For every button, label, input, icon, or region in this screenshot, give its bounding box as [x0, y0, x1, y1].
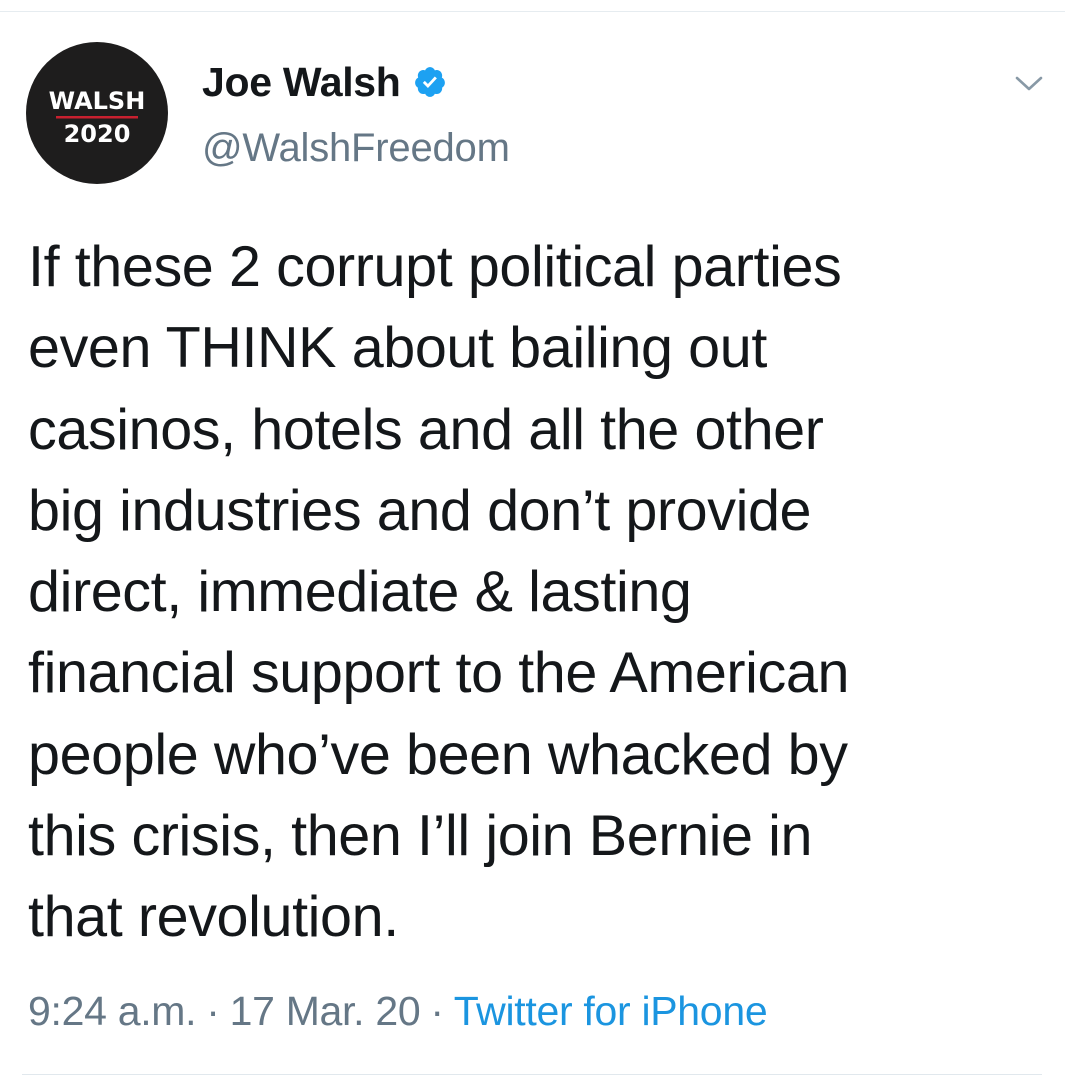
avatar-line2: 2020	[64, 120, 131, 148]
meta-separator: ·	[206, 988, 220, 1034]
avatar-line1: WALSH	[49, 87, 146, 115]
meta-separator: ·	[430, 988, 444, 1034]
author-name-row: Joe Walsh	[202, 56, 447, 108]
author-handle[interactable]: @WalshFreedom	[202, 126, 510, 171]
avatar[interactable]: WALSH 2020	[26, 42, 168, 184]
top-divider	[0, 11, 1065, 12]
tweet-meta: 9:24 a.m. · 17 Mar. 20 · Twitter for iPhone	[28, 988, 768, 1035]
walsh-2020-logo: WALSH 2020	[49, 87, 146, 148]
bottom-divider	[22, 1074, 1042, 1075]
display-name[interactable]: Joe Walsh	[202, 59, 401, 106]
tweet-date[interactable]: 17 Mar. 20	[230, 988, 421, 1034]
verified-badge-icon	[413, 65, 447, 99]
tweet-text: If these 2 corrupt political parties eve…	[28, 235, 850, 950]
tweet-source-link[interactable]: Twitter for iPhone	[454, 988, 768, 1034]
avatar-underline	[56, 116, 138, 119]
tweet-time[interactable]: 9:24 a.m.	[28, 988, 197, 1034]
chevron-down-icon[interactable]	[1011, 68, 1047, 98]
